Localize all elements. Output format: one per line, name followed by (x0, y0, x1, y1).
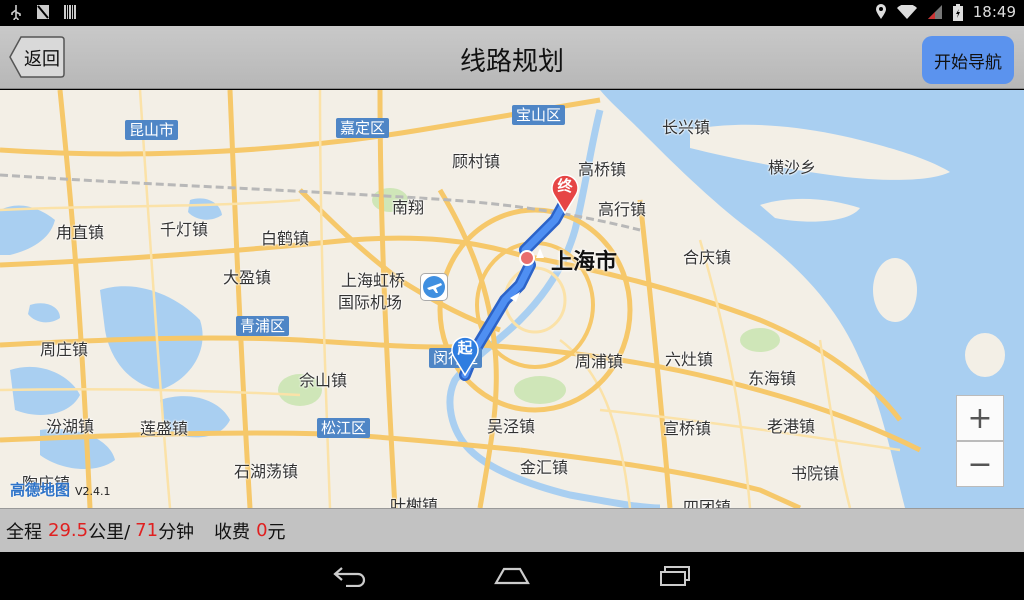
map-label-zhouzhuang: 周庄镇 (40, 340, 89, 359)
map-label-laogang: 老港镇 (767, 417, 816, 436)
map-label-hengsha: 横沙乡 (768, 158, 817, 177)
map-label-gaoqiao: 高桥镇 (578, 160, 627, 179)
time-value: 71 (135, 520, 159, 541)
map-canvas (0, 90, 1024, 508)
district-songjiang: 松江区 (317, 418, 371, 438)
version-text: V2.4.1 (75, 485, 111, 498)
clock: 18:49 (972, 3, 1016, 21)
back-button[interactable]: 返回 (9, 36, 65, 78)
no-sim-icon (36, 4, 50, 20)
map-label-shuyuan: 书院镇 (791, 464, 840, 483)
district-baoshan: 宝山区 (512, 105, 566, 125)
map-label-zhoupu: 周浦镇 (575, 352, 624, 371)
logo-text: 高德地图 (10, 481, 71, 499)
map-label-gaohang: 高行镇 (598, 200, 647, 219)
map-label-gucun: 顾村镇 (452, 152, 501, 171)
toll-unit: 元 (267, 521, 286, 543)
end-marker[interactable]: 终 (550, 170, 580, 214)
nav-recents-button[interactable] (656, 562, 696, 590)
wifi-icon (896, 4, 917, 20)
map-label-liansheng: 莲盛镇 (140, 419, 189, 438)
title-bar: 返回 线路规划 开始导航 (0, 26, 1024, 89)
nav-home-icon (494, 567, 530, 585)
map-label-daying: 大盈镇 (223, 268, 272, 287)
map-label-jinhui: 金汇镇 (520, 458, 569, 477)
map-label-baihe: 白鹤镇 (261, 229, 310, 248)
district-qingpu: 青浦区 (236, 316, 290, 336)
map-logo: 高德地图 V2.4.1 (10, 479, 111, 500)
zoom-in-button[interactable]: + (956, 395, 1004, 441)
map-view[interactable]: 长兴镇 横沙乡 高桥镇 高行镇 合庆镇 顾村镇 南翔 白鹤镇 千灯镇 甪直镇 大… (0, 90, 1024, 508)
map-label-wujing: 吴泾镇 (487, 417, 536, 436)
nav-back-button[interactable] (330, 562, 370, 590)
toll-label: 收费 (214, 521, 251, 543)
usb-icon (10, 4, 22, 20)
map-label-changxing: 长兴镇 (662, 118, 711, 137)
map-label-situan: 四团镇 (683, 498, 732, 508)
district-kunshan: 昆山市 (125, 120, 179, 140)
start-marker-label: 起 (457, 339, 473, 357)
map-label-nanxiang: 南翔 (392, 198, 425, 217)
signal-icon (927, 4, 943, 20)
map-label-liuzao: 六灶镇 (665, 350, 714, 369)
distance-value: 29.5 (48, 520, 89, 541)
nav-recents-icon (660, 566, 690, 586)
system-navigation-bar (0, 552, 1024, 600)
end-marker-label: 终 (557, 177, 573, 195)
start-marker[interactable]: 起 (450, 332, 480, 376)
map-label-luzhi: 甪直镇 (56, 223, 105, 242)
map-label-heqing: 合庆镇 (683, 248, 732, 267)
zoom-out-button[interactable]: − (956, 441, 1004, 487)
map-label-sheshan: 佘山镇 (299, 371, 348, 390)
map-label-shihudang: 石湖荡镇 (234, 462, 299, 481)
location-icon (875, 4, 887, 20)
toll-value: 0 (256, 520, 268, 541)
nav-home-button[interactable] (492, 562, 532, 590)
nav-back-icon (333, 567, 366, 587)
distance-label: 全程 (6, 521, 42, 543)
battery-icon (952, 3, 963, 21)
map-label-xuanqiao: 宣桥镇 (663, 419, 712, 438)
distance-unit: 公里/ (88, 521, 131, 543)
barcode-icon (64, 5, 76, 19)
airport-label-line2: 国际机场 (338, 293, 403, 312)
airport-label-line1: 上海虹桥 (341, 271, 406, 290)
status-bar: 18:49 (0, 0, 1024, 26)
back-label: 返回 (24, 49, 60, 70)
city-label-shanghai: 上海市 (551, 250, 618, 275)
map-label-donghai: 东海镇 (748, 369, 797, 388)
district-jiading: 嘉定区 (336, 118, 390, 138)
route-info-bar: 全程 29.5 公里/ 71 分钟 收费 0 元 (0, 508, 1024, 552)
screen: 18:49 返回 线路规划 开始导航 长兴镇 横沙乡 高桥镇 高行镇 合庆镇 顾… (0, 0, 1024, 600)
map-label-qiandeng: 千灯镇 (160, 220, 209, 239)
map-label-fenhu: 汾湖镇 (46, 417, 95, 436)
map-label-yexie: 叶榭镇 (390, 496, 439, 508)
page-title: 线路规划 (459, 47, 564, 77)
airport-icon (420, 273, 448, 301)
start-navigation-button[interactable]: 开始导航 (922, 36, 1014, 84)
time-unit: 分钟 (158, 521, 195, 543)
